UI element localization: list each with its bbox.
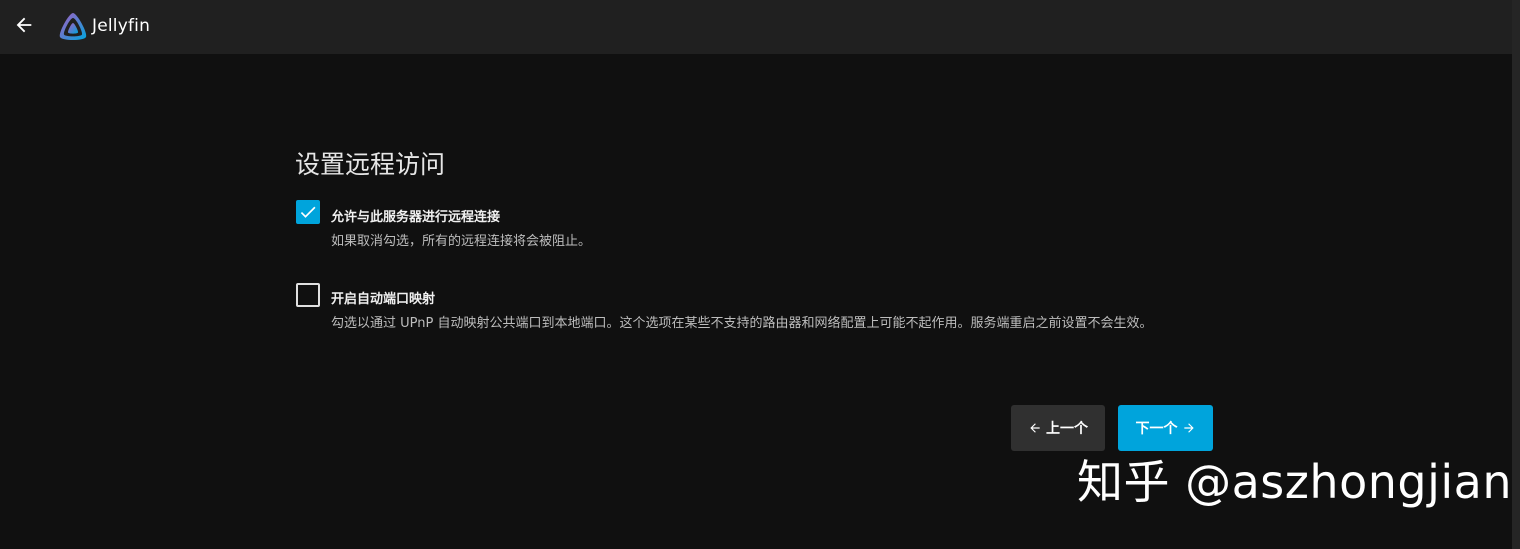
- arrow-left-icon: [1030, 423, 1040, 433]
- back-button[interactable]: [10, 11, 38, 39]
- allow-remote-connection-description: 如果取消勾选，所有的远程连接将会被阻止。: [331, 234, 592, 249]
- watermark-text: 知乎 @aszhongjian: [1077, 455, 1512, 509]
- arrow-right-icon: [1183, 423, 1194, 433]
- page-title: 设置远程访问: [295, 150, 446, 179]
- auto-port-mapping-checkbox[interactable]: [296, 283, 320, 307]
- allow-remote-connection-checkbox[interactable]: [296, 200, 320, 224]
- previous-button[interactable]: 上一个: [1011, 405, 1105, 451]
- next-button[interactable]: 下一个: [1118, 405, 1213, 451]
- scrollbar-track[interactable]: [1512, 0, 1520, 549]
- allow-remote-connection-label: 允许与此服务器进行远程连接: [331, 210, 501, 225]
- next-button-label: 下一个: [1135, 421, 1178, 437]
- app-header: Jellyfin: [0, 0, 1512, 54]
- app-title: Jellyfin: [92, 16, 151, 36]
- auto-port-mapping-description: 勾选以通过 UPnP 自动映射公共端口到本地端口。这个选项在某些不支持的路由器和…: [331, 316, 1153, 331]
- previous-button-label: 上一个: [1046, 421, 1088, 437]
- arrow-left-icon: [16, 17, 32, 33]
- jellyfin-logo-icon[interactable]: [57, 11, 89, 43]
- check-icon: [300, 206, 316, 218]
- auto-port-mapping-label: 开启自动端口映射: [331, 292, 436, 307]
